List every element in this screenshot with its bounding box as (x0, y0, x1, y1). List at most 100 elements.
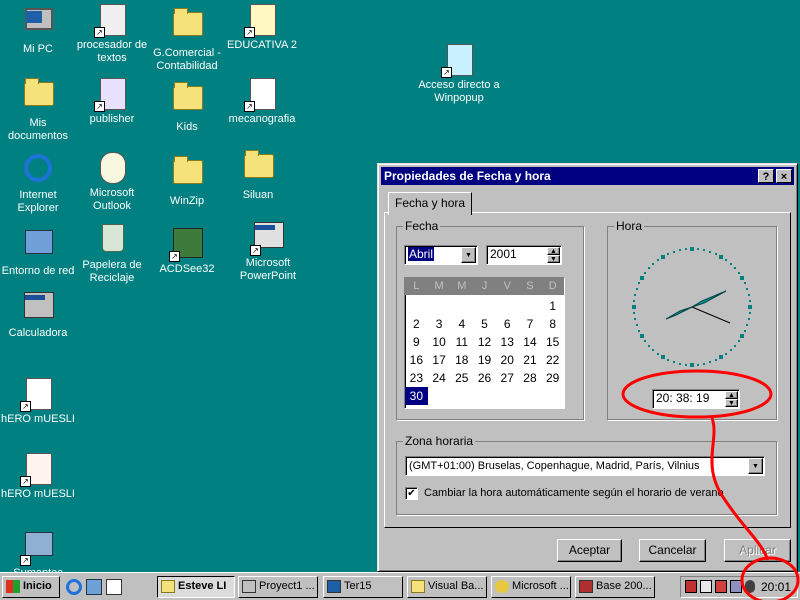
calendar-day[interactable]: 2 (405, 315, 428, 333)
calendar-day[interactable]: 24 (428, 369, 451, 387)
desktop-icon-microsoft-outlook[interactable]: Microsoft Outlook (72, 152, 152, 213)
help-button[interactable]: ? (758, 169, 774, 183)
calendar[interactable]: LMMJVSD 1 2 3 4 5 6 7 8 9 10 11 12 13 14 15 16 17 18 19 20 2… (404, 277, 565, 409)
task-label: Visual Ba... (428, 580, 484, 592)
desktop-icon-winzip[interactable]: WinZip (147, 152, 227, 208)
dialog-titlebar[interactable]: Propiedades de Fecha y hora ? × (381, 167, 794, 185)
calendar-day[interactable]: 29 (541, 369, 564, 387)
desktop-icon-g-comercial[interactable]: G.Comercial - Contabilidad (147, 4, 227, 73)
calendar-day[interactable]: 15 (541, 333, 564, 351)
calendar-day[interactable]: 1 (541, 297, 564, 315)
desktop-icon-hero-muesli-2[interactable]: ↗ hERO mUESLI (0, 453, 78, 501)
start-button[interactable]: Inicio (2, 576, 60, 598)
calendar-day[interactable]: 28 (519, 369, 542, 387)
calendar-day[interactable]: 5 (473, 315, 496, 333)
task-label: Base 200... (596, 580, 652, 592)
apply-button[interactable]: Aplicar (724, 539, 791, 562)
calendar-day[interactable]: 16 (405, 351, 428, 369)
clock-minute-mark (746, 288, 749, 291)
cancel-button[interactable]: Cancelar (639, 539, 706, 562)
calendar-day[interactable]: 7 (519, 315, 542, 333)
desktop-icon-powerpoint[interactable]: ↗ Microsoft PowerPoint (228, 218, 308, 283)
outlook-icon[interactable] (86, 579, 102, 595)
timezone-select[interactable]: (GMT+01:00) Bruselas, Copenhague, Madrid… (405, 456, 765, 476)
desktop-icon-educativa-2[interactable]: ↗ EDUCATIVA 2 (222, 4, 302, 52)
calendar-day[interactable]: 21 (519, 351, 542, 369)
task-label: Microsoft ... (512, 580, 569, 592)
calendar-day[interactable]: 19 (473, 351, 496, 369)
calendar-day[interactable]: 30 (405, 387, 428, 405)
spin-down-icon[interactable]: ▼ (725, 399, 738, 407)
desktop-icon-kids[interactable]: Kids (147, 78, 227, 134)
desktop-icon-siluan[interactable]: Siluan (218, 146, 298, 202)
calendar-day[interactable]: 20 (496, 351, 519, 369)
desktop-icon-entorno-de-red[interactable]: Entorno de red (0, 226, 78, 278)
year-spinner[interactable]: 2001 ▲ ▼ (486, 245, 562, 265)
chevron-down-icon[interactable]: ▼ (748, 458, 763, 474)
calendar-day[interactable]: 13 (496, 333, 519, 351)
calendar-day[interactable]: 27 (496, 369, 519, 387)
task-proyect1[interactable]: Proyect1 ... (238, 576, 318, 598)
calendar-day[interactable]: 6 (496, 315, 519, 333)
calendar-day[interactable]: 11 (450, 333, 473, 351)
desktop-icon-publisher[interactable]: ↗ publisher (72, 78, 152, 126)
task-esteve[interactable]: Esteve LI (157, 576, 235, 598)
desktop-icon-mis-documentos[interactable]: Mis documentos (0, 74, 78, 143)
task-ter15[interactable]: Ter15 (323, 576, 403, 598)
desktop-icon-internet-explorer[interactable]: Internet Explorer (0, 152, 78, 215)
calendar-day[interactable]: 26 (473, 369, 496, 387)
speaker-icon[interactable] (700, 580, 712, 593)
scheduler-icon[interactable] (715, 580, 727, 593)
shield-icon[interactable] (685, 580, 697, 593)
accept-button[interactable]: Aceptar (557, 539, 622, 562)
spin-up-icon[interactable]: ▲ (725, 391, 738, 399)
desktop-icon-hero-muesli-1[interactable]: ↗ hERO mUESLI (0, 378, 78, 426)
calendar-day[interactable]: 12 (473, 333, 496, 351)
tab-fecha-y-hora[interactable]: Fecha y hora (388, 192, 473, 215)
show-desktop-icon[interactable] (106, 579, 122, 595)
clock-minute-mark (673, 361, 676, 364)
network-icon (22, 230, 54, 262)
chevron-down-icon[interactable]: ▼ (461, 247, 476, 263)
calendar-day[interactable]: 17 (428, 351, 451, 369)
desktop-icon-procesador-de-textos[interactable]: ↗ procesador de textos (72, 4, 152, 65)
calendar-day[interactable]: 23 (405, 369, 428, 387)
month-select[interactable]: Abril ▼ (404, 245, 478, 265)
close-button[interactable]: × (776, 169, 792, 183)
task-microsoft[interactable]: Microsoft ... (491, 576, 571, 598)
dst-checkbox-row[interactable]: ✔ Cambiar la hora automáticamente según … (405, 486, 724, 500)
calendar-day[interactable]: 4 (450, 315, 473, 333)
desktop-icon-label: Papelera de Reciclaje (82, 259, 142, 284)
desktop-icon-calculadora[interactable]: Calculadora (0, 288, 78, 340)
analog-clock (630, 245, 754, 369)
calendar-day[interactable]: 10 (428, 333, 451, 351)
calendar-day[interactable]: 8 (541, 315, 564, 333)
desktop-icon-mecanografia[interactable]: ↗ mecanografia (222, 78, 302, 126)
task-base[interactable]: Base 200... (575, 576, 655, 598)
tray-clock[interactable]: 20:01 (761, 577, 791, 597)
calendar-day[interactable]: 25 (450, 369, 473, 387)
desktop-icon-label: hERO mUESLI (1, 413, 75, 425)
network-status-icon[interactable] (730, 580, 742, 593)
calendar-day[interactable]: 9 (405, 333, 428, 351)
internet-explorer-icon[interactable] (66, 579, 82, 595)
time-field[interactable]: 20: 38: 19 ▲ ▼ (652, 389, 740, 409)
calendar-day[interactable]: 18 (450, 351, 473, 369)
clock-hour-mark (690, 247, 694, 251)
calendar-day[interactable]: 14 (519, 333, 542, 351)
desktop-icon-label: Acceso directo a Winpopup (418, 79, 500, 104)
desktop-icon-mi-pc[interactable]: Mi PC (0, 6, 78, 56)
magnifier-icon[interactable] (745, 580, 755, 593)
desktop-icon-winpopup[interactable]: ↗ Acceso directo a Winpopup (418, 44, 500, 105)
desktop-icon-papelera[interactable]: Papelera de Reciclaje (72, 224, 152, 285)
desktop-icon-acdsee32[interactable]: ↗ ACDSee32 (147, 226, 227, 276)
dst-checkbox[interactable]: ✔ (405, 486, 418, 500)
hora-group: Hora 20: 38: 19 ▲ ▼ (607, 219, 777, 420)
clock-minute-mark (644, 340, 647, 343)
spin-down-icon[interactable]: ▼ (547, 255, 560, 263)
task-visual-basic[interactable]: Visual Ba... (407, 576, 487, 598)
calendar-day[interactable]: 22 (541, 351, 564, 369)
spin-up-icon[interactable]: ▲ (547, 247, 560, 255)
clock-hour-mark (719, 254, 723, 259)
calendar-day[interactable]: 3 (428, 315, 451, 333)
